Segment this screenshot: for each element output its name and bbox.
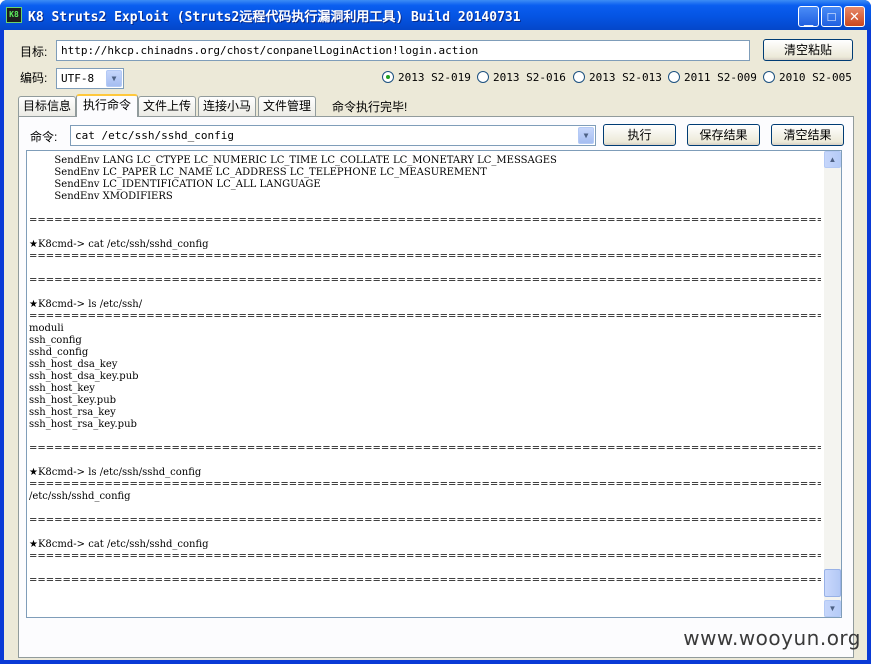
scroll-thumb[interactable] — [824, 569, 841, 597]
status-text: 命令执行完毕! — [332, 100, 408, 114]
client-area: 目标: http://hkcp.chinadns.org/chost/conpa… — [4, 30, 867, 660]
close-icon: ✕ — [849, 9, 860, 24]
radio-icon — [573, 71, 585, 83]
maximize-icon: □ — [827, 9, 836, 24]
command-output-area[interactable]: SendEnv LANG LC_CTYPE LC_NUMERIC LC_TIME… — [26, 150, 842, 618]
app-window: K8 K8 Struts2 Exploit (Struts2远程代码执行漏洞利用… — [0, 0, 871, 664]
target-url-input[interactable]: http://hkcp.chinadns.org/chost/conpanelL… — [56, 40, 750, 61]
window-title: K8 Struts2 Exploit (Struts2远程代码执行漏洞利用工具)… — [28, 10, 521, 25]
target-label: 目标: — [20, 45, 48, 59]
exploit-radio-s2-009[interactable]: 2011 S2-009 — [668, 71, 757, 84]
chevron-down-icon[interactable]: ▼ — [578, 127, 594, 144]
chevron-down-icon[interactable]: ▼ — [106, 70, 122, 87]
encoding-select[interactable]: UTF-8 ▼ — [56, 68, 124, 89]
maximize-button[interactable]: □ — [821, 6, 842, 27]
tab-file-upload[interactable]: 文件上传 — [138, 96, 196, 116]
tab-execute-command[interactable]: 执行命令 — [76, 94, 138, 117]
tab-target-info[interactable]: 目标信息 — [18, 96, 76, 116]
encoding-label: 编码: — [20, 71, 48, 85]
radio-icon — [763, 71, 775, 83]
encoding-selected: UTF-8 — [61, 72, 95, 85]
exploit-radio-label: 2011 S2-009 — [684, 71, 757, 84]
exploit-radio-label: 2013 S2-016 — [493, 71, 566, 84]
close-button[interactable]: ✕ — [844, 6, 865, 27]
watermark: www.wooyun.org — [683, 626, 861, 650]
title-bar[interactable]: K8 K8 Struts2 Exploit (Struts2远程代码执行漏洞利用… — [0, 0, 871, 30]
tab-connect-shell[interactable]: 连接小马 — [198, 96, 256, 116]
execute-button[interactable]: 执行 — [603, 124, 676, 146]
exploit-radio-s2-016[interactable]: 2013 S2-016 — [477, 71, 566, 84]
exploit-radio-label: 2010 S2-005 — [779, 71, 852, 84]
app-icon: K8 — [6, 7, 22, 23]
exploit-radio-label: 2013 S2-013 — [589, 71, 662, 84]
minimize-button[interactable]: ▁ — [798, 6, 819, 27]
clear-paste-button[interactable]: 清空粘贴 — [763, 39, 853, 61]
save-results-button[interactable]: 保存结果 — [687, 124, 760, 146]
command-label: 命令: — [30, 130, 58, 144]
radio-selected-icon — [382, 71, 394, 83]
exploit-radio-s2-013[interactable]: 2013 S2-013 — [573, 71, 662, 84]
command-output-text: SendEnv LANG LC_CTYPE LC_NUMERIC LC_TIME… — [29, 155, 821, 586]
exploit-radio-s2-019[interactable]: 2013 S2-019 — [382, 71, 471, 84]
scroll-up-button[interactable]: ▲ — [824, 151, 841, 168]
exploit-radio-label: 2013 S2-019 — [398, 71, 471, 84]
chevron-up-icon: ▲ — [828, 155, 837, 164]
chevron-down-icon: ▼ — [828, 604, 837, 613]
radio-icon — [668, 71, 680, 83]
radio-icon — [477, 71, 489, 83]
scroll-down-button[interactable]: ▼ — [824, 600, 841, 617]
exploit-radio-s2-005[interactable]: 2010 S2-005 — [763, 71, 852, 84]
tab-file-manager[interactable]: 文件管理 — [258, 96, 316, 116]
output-scrollbar[interactable]: ▲ ▼ — [824, 151, 841, 617]
command-value: cat /etc/ssh/sshd_config — [75, 129, 234, 142]
command-input[interactable]: cat /etc/ssh/sshd_config ▼ — [70, 125, 596, 146]
clear-results-button[interactable]: 清空结果 — [771, 124, 844, 146]
